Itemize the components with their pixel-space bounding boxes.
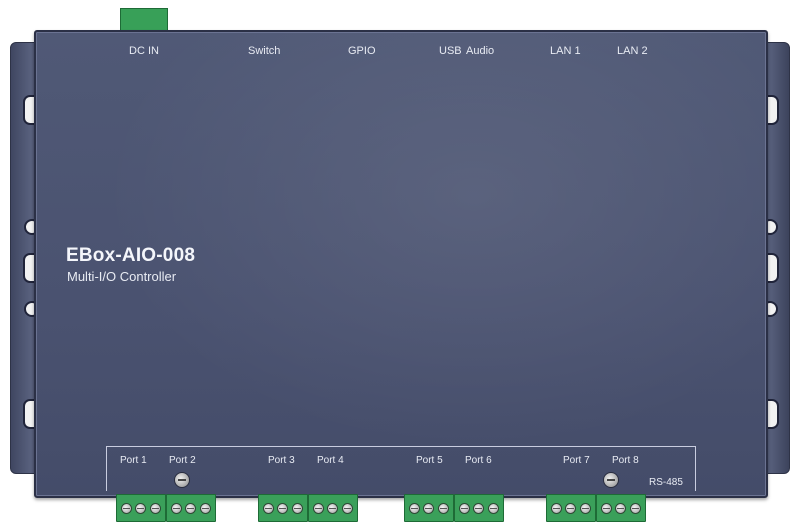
terminal-screw <box>342 502 354 514</box>
label-dc-in: DC IN <box>129 45 159 57</box>
terminal-block-port4 <box>308 494 358 522</box>
terminal-screw <box>185 502 197 514</box>
terminal-screw <box>327 502 339 514</box>
label-lan2: LAN 2 <box>617 45 648 57</box>
terminal-block-port8 <box>596 494 646 522</box>
terminal-block-port7 <box>546 494 596 522</box>
label-lan1: LAN 1 <box>550 45 581 57</box>
label-port5: Port 5 <box>416 455 443 466</box>
terminal-screw <box>277 502 289 514</box>
terminal-screw <box>200 502 212 514</box>
terminal-block-port2 <box>166 494 216 522</box>
terminal-block-port6 <box>454 494 504 522</box>
terminal-screw <box>408 502 420 514</box>
label-port6: Port 6 <box>465 455 492 466</box>
terminal-screw <box>170 502 182 514</box>
terminal-screw <box>127 17 138 28</box>
terminal-screw <box>550 502 562 514</box>
terminal-screw <box>120 502 132 514</box>
model-description: Multi-I/O Controller <box>67 269 177 284</box>
terminal-block-port1 <box>116 494 166 522</box>
label-port8: Port 8 <box>612 455 639 466</box>
label-port3: Port 3 <box>268 455 295 466</box>
terminal-screw <box>458 502 470 514</box>
terminal-screw <box>423 502 435 514</box>
terminal-block-port3 <box>258 494 308 522</box>
terminal-screw <box>292 502 304 514</box>
label-port4: Port 4 <box>317 455 344 466</box>
terminal-screw <box>615 502 627 514</box>
label-audio: Audio <box>466 45 495 57</box>
terminal-screw <box>565 502 577 514</box>
terminal-screw <box>262 502 274 514</box>
terminal-screw <box>600 502 612 514</box>
terminal-screw <box>135 502 147 514</box>
model-name: EBox-AIO-008 <box>66 245 196 266</box>
terminal-screw <box>150 502 162 514</box>
label-gpio: GPIO <box>348 45 376 57</box>
terminal-block-port5 <box>404 494 454 522</box>
label-switch: Switch <box>248 45 281 57</box>
terminal-screw <box>630 502 642 514</box>
terminal-screw <box>473 502 485 514</box>
panel-screw <box>603 472 619 488</box>
label-usb: USB <box>439 45 462 57</box>
terminal-screw <box>488 502 500 514</box>
panel-screw <box>174 472 190 488</box>
label-rs485: RS-485 <box>649 477 683 488</box>
terminal-screw <box>150 17 161 28</box>
label-port2: Port 2 <box>169 455 196 466</box>
terminal-screw <box>312 502 324 514</box>
terminal-screw <box>438 502 450 514</box>
terminal-screw <box>580 502 592 514</box>
label-port7: Port 7 <box>563 455 590 466</box>
label-port1: Port 1 <box>120 455 147 466</box>
